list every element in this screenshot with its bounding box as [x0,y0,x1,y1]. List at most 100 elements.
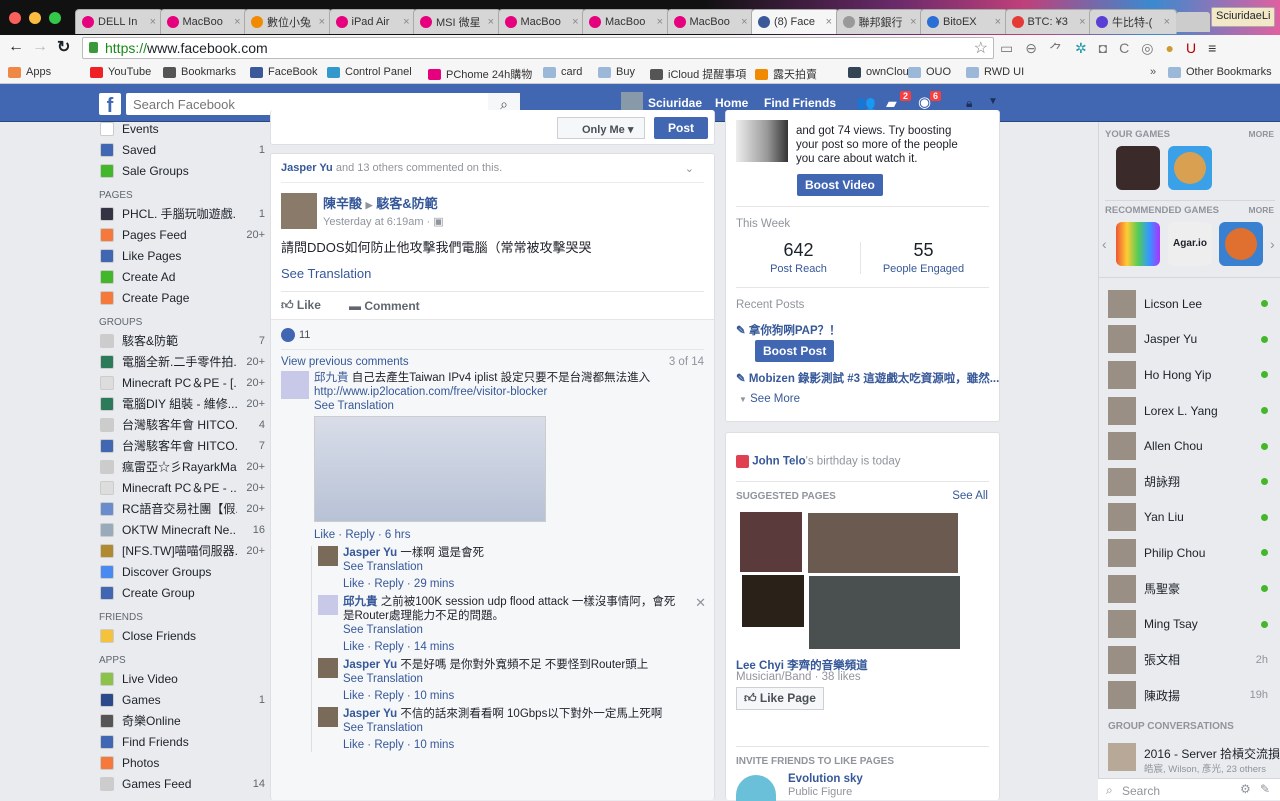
replier-avatar[interactable] [318,707,338,727]
close-tab-icon[interactable]: × [488,16,494,28]
see-translation-link[interactable]: See Translation [343,561,423,573]
sidebar-item[interactable]: [NFS.TW]喵喵伺服器... 20+ [90,540,265,561]
comment-link[interactable]: http://www.ip2location.com/free/visitor-… [314,386,547,398]
sidebar-item[interactable]: Close Friends [90,625,265,646]
tetris-tile[interactable] [1116,222,1160,266]
reply-actions[interactable]: Like · Reply · 14 mins [343,641,454,653]
post-options-chevron-icon[interactable]: ⌄ [685,162,694,175]
game-tile[interactable] [1116,146,1160,190]
browser-tab[interactable]: 聯邦銀行 × [835,9,924,34]
extension-icon[interactable]: ⺈ [1049,40,1063,60]
sidebar-item[interactable]: RC語音交易社團【假... 20+ [90,498,265,519]
see-translation-link[interactable]: See Translation [343,673,423,685]
close-tab-icon[interactable]: × [572,16,578,28]
your-games-more[interactable]: MORE [1249,129,1275,139]
sidebar-item[interactable]: Live Video [90,668,265,689]
sidebar-item[interactable]: 駭客&防範 7 [90,330,265,351]
comment-button[interactable]: ▬ Comment [349,299,420,313]
bookmark[interactable]: PChome 24h購物 [428,66,532,82]
minimize-window-button[interactable] [29,12,41,24]
replier-name[interactable]: 邱九貴 [343,596,378,608]
new-message-icon[interactable]: ✎ [1260,782,1270,796]
address-bar[interactable]: https://www.facebook.com ☆ [82,37,994,59]
sidebar-item[interactable]: 瘋雷亞☆彡RayarkMa... 20+ [90,456,265,477]
suggested-page-photos[interactable] [738,512,960,652]
chat-search-input[interactable]: Search [1122,784,1160,798]
profile-button[interactable]: SciuridaeLi [1211,7,1276,27]
group-conversation-name[interactable]: 2016 - Server 拾槓交流損友... [1144,745,1280,762]
see-translation-link[interactable]: See Translation [271,256,714,281]
extension-icon[interactable]: ✲ [1075,40,1087,60]
people-engaged-link[interactable]: People Engaged [861,263,986,275]
bookmark[interactable]: card [543,66,582,78]
post-time[interactable]: Yesterday at 6:19am · [323,216,430,228]
sidebar-item[interactable]: Events [90,118,265,139]
find-friends-link[interactable]: Find Friends [764,96,836,110]
bookmark[interactable]: RWD UI [966,66,1024,78]
sidebar-item[interactable]: PHCL. 手腦玩咖遊戲... 1 [90,203,265,224]
sidebar-item[interactable]: Sale Groups [90,160,265,181]
page-avatar[interactable] [736,775,776,801]
bookmark[interactable]: ownCloud [848,66,915,78]
bookmark[interactable]: YouTube [90,66,151,78]
sidebar-item[interactable]: Games Feed 14 [90,773,265,794]
browser-tab[interactable]: MacBoo × [159,9,248,34]
browser-tab[interactable]: (8) Face × [751,9,839,34]
activity-actor[interactable]: Jasper Yu [281,162,333,174]
chat-friend[interactable]: 胡詠翔 [1108,464,1268,500]
cookie-icon[interactable]: ● [1166,40,1174,60]
close-tab-icon[interactable]: × [150,16,156,28]
bookmark[interactable]: Bookmarks [163,66,236,78]
sidebar-item[interactable]: Minecraft PC＆PE - [... 20+ [90,372,265,393]
sidebar-item[interactable]: Create Page [90,287,265,308]
chat-friend[interactable]: Ming Tsay [1108,606,1268,642]
browser-tab[interactable]: MacBoo × [666,9,755,34]
replier-avatar[interactable] [318,658,338,678]
close-tab-icon[interactable]: × [319,16,325,28]
chat-friend[interactable]: 馬聖豪 [1108,571,1268,607]
star-icon[interactable]: ☆ [974,38,988,58]
bookmark[interactable]: iCloud 提醒事項 [650,66,746,82]
reload-icon[interactable]: ↻ [57,37,70,57]
close-tab-icon[interactable]: × [234,16,240,28]
close-tab-icon[interactable]: × [910,16,916,28]
browser-tab[interactable]: 數位小兔 × [244,9,332,34]
chevron-left-icon[interactable]: ‹ [1102,236,1107,252]
new-tab-button[interactable] [1176,12,1210,32]
group-avatar[interactable] [1108,743,1136,771]
bookmark[interactable]: 露天拍賣 [755,66,817,82]
sidebar-item[interactable]: 奇樂Online [90,710,265,731]
close-tab-icon[interactable]: × [826,16,832,28]
browser-tab[interactable]: BTC: ¥3 × [1004,9,1093,34]
menu-icon[interactable]: ≡ [1208,40,1216,60]
close-tab-icon[interactable]: × [1079,16,1085,28]
ublock-icon[interactable]: U [1186,40,1196,60]
chat-friend[interactable]: Jasper Yu [1108,322,1268,358]
sidebar-item[interactable]: Find Friends [90,731,265,752]
back-icon[interactable]: ← [8,38,24,56]
like-page-button[interactable]: 👍︎ Like Page [736,687,824,710]
invite-page-name[interactable]: Evolution sky [788,773,863,785]
gear-icon[interactable]: ⚙ [1240,782,1251,796]
maximize-window-button[interactable] [49,12,61,24]
profile-link[interactable]: Sciuridae [648,96,702,110]
bookmark[interactable]: Buy [598,66,635,78]
bookmark[interactable]: Control Panel [327,66,412,78]
privacy-shortcuts-icon[interactable]: 🔒︎ [966,96,972,111]
see-translation-link[interactable]: See Translation [343,722,423,734]
privacy-selector[interactable]: Only Me ▾ [557,117,645,139]
sidebar-item[interactable]: 電腦全新.二手零件拍... 20+ [90,351,265,372]
sidebar-item[interactable]: Photos [90,752,265,773]
comment-actions[interactable]: Like · Reply · 6 hrs [314,529,411,541]
video-thumbnail[interactable] [736,120,788,162]
chat-friend[interactable]: Ho Hong Yip [1108,357,1268,393]
chat-friend[interactable]: Lorex L. Yang [1108,393,1268,429]
recent-post-link[interactable]: Mobizen 錄影測試 #3 這遊戲太吃資源啦，雖然... [749,373,999,385]
browser-tab[interactable]: MSI 微星 × [413,9,501,34]
chat-friend[interactable]: Allen Chou [1108,428,1268,464]
reaction-count[interactable]: 11 [299,329,310,341]
account-menu-chevron-icon[interactable]: ▼ [988,96,998,107]
recommended-games-more[interactable]: MORE [1249,205,1275,215]
close-icon[interactable]: ✕ [695,595,706,611]
close-tab-icon[interactable]: × [657,16,663,28]
